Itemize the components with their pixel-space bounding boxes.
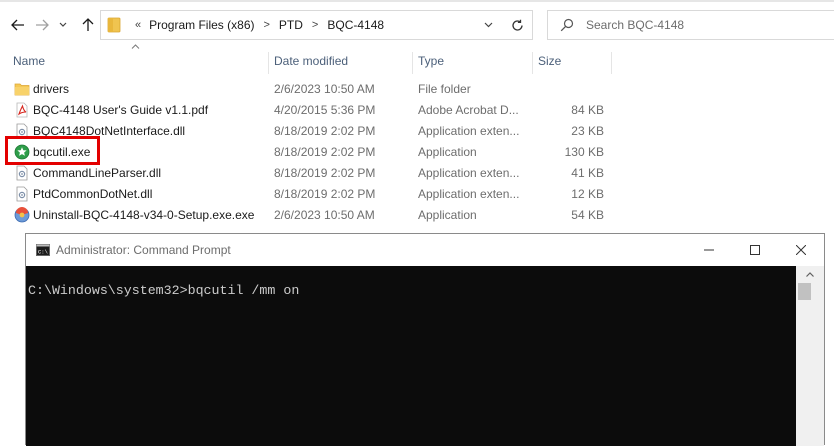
file-row[interactable]: drivers 2/6/2023 10:50 AM File folder	[0, 79, 834, 100]
file-size: 54 KB	[571, 208, 604, 222]
file-name: bqcutil.exe	[33, 145, 91, 159]
file-row[interactable]: CommandLineParser.dll 8/18/2019 2:02 PM …	[0, 163, 834, 184]
file-row[interactable]: PtdCommonDotNet.dll 8/18/2019 2:02 PM Ap…	[0, 184, 834, 205]
close-button[interactable]	[778, 234, 824, 266]
column-header-name[interactable]: Name	[7, 48, 269, 74]
cmd-titlebar[interactable]: C:\ Administrator: Command Prompt	[26, 234, 824, 266]
column-headers: Name Date modified Type Size	[0, 48, 834, 74]
file-size: 23 KB	[571, 124, 604, 138]
dll-icon	[14, 165, 30, 181]
dll-icon	[14, 186, 30, 202]
up-arrow-icon	[82, 18, 94, 31]
file-row[interactable]: bqcutil.exe 8/18/2019 2:02 PM Applicatio…	[0, 142, 834, 163]
breadcrumb: « Program Files (x86) > PTD > BQC-4148	[127, 11, 384, 39]
up-button[interactable]	[78, 15, 98, 35]
address-bar[interactable]: « Program Files (x86) > PTD > BQC-4148	[100, 10, 533, 40]
file-type: File folder	[418, 82, 471, 96]
file-type: Application exten...	[418, 124, 520, 138]
pdf-icon	[14, 102, 30, 118]
cmd-title: Administrator: Command Prompt	[56, 243, 231, 257]
file-type: Application	[418, 208, 477, 222]
maximize-button[interactable]	[732, 234, 778, 266]
chevron-right-icon[interactable]: >	[263, 19, 269, 31]
file-date: 8/18/2019 2:02 PM	[274, 145, 376, 159]
folder-icon	[14, 81, 30, 97]
file-name: CommandLineParser.dll	[33, 166, 162, 180]
file-type: Adobe Acrobat D...	[418, 103, 519, 117]
chevron-up-icon	[806, 272, 814, 277]
file-size: 41 KB	[571, 166, 604, 180]
breadcrumb-item[interactable]: BQC-4148	[327, 18, 384, 32]
file-date: 8/18/2019 2:02 PM	[274, 166, 376, 180]
file-list: drivers 2/6/2023 10:50 AM File folder BQ…	[0, 79, 834, 226]
recent-locations-button[interactable]	[57, 15, 69, 35]
command-prompt-window: C:\ Administrator: Command Prompt C:\Win…	[25, 233, 825, 446]
explorer-toolbar: « Program Files (x86) > PTD > BQC-4148 S…	[0, 0, 834, 48]
refresh-icon	[512, 19, 523, 31]
breadcrumb-item[interactable]: PTD	[279, 18, 303, 32]
file-name: BQC-4148 User's Guide v1.1.pdf	[33, 103, 209, 117]
file-type: Application exten...	[418, 187, 520, 201]
scroll-thumb[interactable]	[798, 283, 811, 300]
file-size: 130 KB	[564, 145, 604, 159]
breadcrumb-item[interactable]: Program Files (x86)	[149, 18, 254, 32]
file-date: 2/6/2023 10:50 AM	[274, 208, 375, 222]
breadcrumb-overflow[interactable]: «	[135, 19, 141, 31]
console-line: C:\Windows\system32>bqcutil /mm on	[28, 283, 300, 298]
chevron-down-icon	[484, 22, 492, 28]
chevron-down-icon	[59, 22, 67, 27]
console-output[interactable]: C:\Windows\system32>bqcutil /mm on	[26, 266, 796, 446]
file-name: drivers	[33, 82, 70, 96]
search-box[interactable]: Search BQC-4148	[547, 10, 834, 40]
close-icon	[796, 245, 806, 255]
cmd-app-icon: C:\	[36, 244, 50, 259]
sort-ascending-icon	[131, 44, 140, 49]
search-icon	[560, 18, 574, 35]
column-header-type[interactable]: Type	[412, 48, 532, 74]
file-row[interactable]: Uninstall-BQC-4148-v34-0-Setup.exe.exe 2…	[0, 205, 834, 226]
forward-arrow-icon	[36, 19, 49, 31]
file-name: Uninstall-BQC-4148-v34-0-Setup.exe.exe	[33, 208, 255, 222]
file-size: 84 KB	[571, 103, 604, 117]
svg-text:C:\: C:\	[38, 249, 48, 256]
file-size: 12 KB	[571, 187, 604, 201]
address-history-button[interactable]	[474, 10, 502, 40]
window-top-edge	[0, 0, 834, 2]
file-name: BQC4148DotNetInterface.dll	[33, 124, 186, 138]
refresh-button[interactable]	[503, 10, 533, 40]
back-arrow-icon	[11, 19, 24, 31]
column-header-date[interactable]: Date modified	[268, 48, 412, 74]
column-divider[interactable]	[611, 52, 612, 74]
file-date: 8/18/2019 2:02 PM	[274, 187, 376, 201]
folder-icon	[107, 17, 121, 36]
minimize-icon	[704, 249, 714, 251]
chevron-right-icon[interactable]: >	[312, 19, 318, 31]
file-row[interactable]: BQC-4148 User's Guide v1.1.pdf 4/20/2015…	[0, 100, 834, 121]
file-type: Application exten...	[418, 166, 520, 180]
scroll-up-button[interactable]	[796, 266, 824, 283]
installer-icon	[14, 207, 30, 223]
file-date: 2/6/2023 10:50 AM	[274, 82, 375, 96]
file-date: 4/20/2015 5:36 PM	[274, 103, 376, 117]
exe-icon	[14, 144, 30, 160]
file-date: 8/18/2019 2:02 PM	[274, 124, 376, 138]
vertical-scrollbar[interactable]	[796, 266, 824, 446]
file-type: Application	[418, 145, 477, 159]
back-button[interactable]	[8, 15, 28, 35]
maximize-icon	[750, 245, 760, 255]
dll-icon	[14, 123, 30, 139]
file-row[interactable]: BQC4148DotNetInterface.dll 8/18/2019 2:0…	[0, 121, 834, 142]
minimize-button[interactable]	[686, 234, 732, 266]
forward-button[interactable]	[32, 15, 52, 35]
column-header-size[interactable]: Size	[532, 48, 612, 74]
file-name: PtdCommonDotNet.dll	[33, 187, 153, 201]
search-placeholder[interactable]: Search BQC-4148	[586, 11, 684, 39]
